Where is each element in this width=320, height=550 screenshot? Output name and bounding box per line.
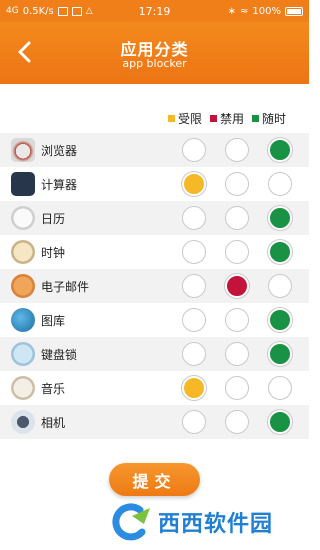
radio-blocked[interactable] [225, 206, 249, 230]
page-subtitle: app blocker [122, 57, 187, 70]
legend-item-blocked: 禁用 [210, 110, 244, 127]
radio-anytime[interactable] [268, 206, 292, 230]
app-row-gallery: 图库 [0, 303, 309, 337]
app-label: 图库 [41, 313, 66, 328]
radio-anytime[interactable] [268, 410, 292, 434]
status-bar: 4G 0.5K/s △ 17:19 ∗ ≈ 100% [0, 0, 309, 22]
radio-blocked[interactable] [225, 410, 249, 434]
radio-anytime[interactable] [268, 172, 292, 196]
legend: 受限 禁用 随时 [168, 110, 286, 127]
app-row-calculator: 计算器 [0, 167, 309, 201]
radio-limited[interactable] [182, 376, 206, 400]
legend-swatch [168, 115, 175, 122]
legend-label: 随时 [262, 112, 287, 126]
radio-anytime[interactable] [268, 138, 292, 162]
app-row-camera: 相机 [0, 405, 309, 439]
app-row-keyguard: 键盘锁 [0, 337, 309, 371]
radio-blocked[interactable] [225, 172, 249, 196]
submit-button[interactable]: 提交 [109, 463, 200, 496]
calculator-icon [11, 172, 35, 196]
app-label: 音乐 [41, 381, 66, 396]
app-label: 浏览器 [41, 143, 78, 158]
radio-blocked[interactable] [225, 138, 249, 162]
radio-blocked[interactable] [225, 308, 249, 332]
radio-blocked[interactable] [225, 240, 249, 264]
browser-icon [11, 138, 35, 162]
radio-limited[interactable] [182, 206, 206, 230]
app-row-browser: 浏览器 [0, 133, 309, 167]
watermark: 西西软件园 [110, 500, 300, 544]
battery-icon [285, 6, 303, 16]
watermark-text: 西西软件园 [158, 512, 274, 537]
music-icon [11, 376, 35, 400]
radio-anytime[interactable] [268, 274, 292, 298]
camera-icon [11, 410, 35, 434]
legend-item-limited: 受限 [168, 110, 202, 127]
app-label: 计算器 [41, 177, 78, 192]
radio-limited[interactable] [182, 308, 206, 332]
app-row-email: 电子邮件 [0, 269, 309, 303]
legend-swatch [252, 115, 260, 122]
radio-anytime[interactable] [268, 376, 292, 400]
legend-swatch [210, 115, 218, 122]
radio-blocked[interactable] [225, 376, 249, 400]
radio-anytime[interactable] [268, 240, 292, 264]
clock-icon [11, 240, 35, 264]
radio-limited[interactable] [182, 274, 206, 298]
app-label: 键盘锁 [41, 347, 78, 362]
radio-anytime[interactable] [268, 342, 292, 366]
radio-limited[interactable] [182, 342, 206, 366]
app-label: 时钟 [41, 245, 66, 260]
email-icon [11, 274, 35, 298]
legend-label: 受限 [178, 112, 203, 126]
gallery-icon [11, 308, 35, 332]
app-row-clock: 时钟 [0, 235, 309, 269]
clock: 17:19 [138, 4, 171, 18]
radio-limited[interactable] [182, 240, 206, 264]
legend-item-anytime: 随时 [252, 110, 286, 127]
radio-blocked[interactable] [225, 274, 249, 298]
legend-label: 禁用 [220, 112, 245, 126]
radio-blocked[interactable] [225, 342, 249, 366]
app-label: 相机 [41, 415, 66, 430]
app-label: 日历 [41, 211, 66, 226]
title-bar: 应用分类 app blocker [0, 22, 309, 84]
app-row-calendar: 日历 [0, 201, 309, 235]
radio-anytime[interactable] [268, 308, 292, 332]
keyguard-icon [11, 342, 35, 366]
app-label: 电子邮件 [41, 279, 90, 294]
radio-limited[interactable] [182, 410, 206, 434]
radio-limited[interactable] [182, 172, 206, 196]
watermark-logo-icon [112, 503, 150, 541]
radio-limited[interactable] [182, 138, 206, 162]
app-row-music: 音乐 [0, 371, 309, 405]
calendar-icon [11, 206, 35, 230]
